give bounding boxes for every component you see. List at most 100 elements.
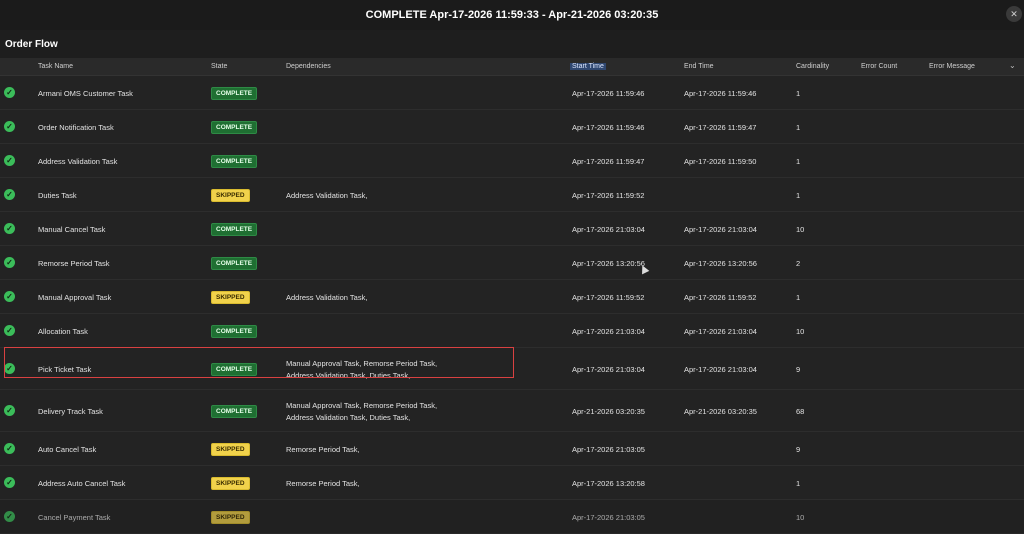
status-badge: SKIPPED: [211, 443, 250, 456]
start-time: Apr-17-2026 11:59:52: [572, 191, 645, 200]
start-time: Apr-17-2026 13:20:56: [572, 259, 645, 268]
cardinality: 2: [796, 259, 801, 268]
cardinality: 1: [796, 293, 801, 302]
end-time: Apr-17-2026 11:59:46: [684, 89, 757, 98]
table-header: Task Name State Dependencies Start Time …: [0, 58, 1024, 76]
order-flow-table: Task Name State Dependencies Start Time …: [0, 58, 1024, 534]
table-row[interactable]: ✓ Remorse Period Task COMPLETE Apr-17-2026 …: [0, 246, 1024, 280]
dependencies: Remorse Period Task,: [286, 445, 360, 454]
cardinality: 1: [796, 157, 801, 166]
section-title: Order Flow: [5, 39, 58, 50]
column-start-time[interactable]: Start Time: [570, 63, 606, 70]
table-row[interactable]: ✓ Address Auto Cancel Task SKIPPED Remorse …: [0, 466, 1024, 500]
table-row[interactable]: ✓ Armani OMS Customer Task COMPLETE Apr-17-…: [0, 76, 1024, 110]
cardinality: 1: [796, 479, 801, 488]
column-state[interactable]: State: [211, 63, 227, 70]
dependencies-line: Address Validation Task, Duties Task,: [286, 413, 411, 422]
task-name: Armani OMS Customer Task: [38, 89, 133, 98]
task-name: Duties Task: [38, 191, 77, 200]
task-name: Manual Cancel Task: [38, 225, 106, 234]
column-error-message[interactable]: Error Message: [929, 63, 975, 70]
task-name: Address Auto Cancel Task: [38, 479, 126, 488]
check-icon: ✓: [4, 443, 15, 454]
start-time: Apr-17-2026 13:20:58: [572, 479, 645, 488]
check-icon: ✓: [4, 223, 15, 234]
end-time: Apr-17-2026 21:03:04: [684, 327, 757, 336]
check-icon: ✓: [4, 87, 15, 98]
status-badge: COMPLETE: [211, 405, 258, 418]
status-badge: COMPLETE: [211, 121, 258, 134]
task-name: Allocation Task: [38, 327, 88, 336]
start-time: Apr-21-2026 03:20:35: [572, 407, 645, 416]
modal-title: COMPLETE Apr-17-2026 11:59:33 - Apr-21-2…: [365, 9, 659, 21]
cardinality: 9: [796, 445, 801, 454]
start-time: Apr-17-2026 21:03:04: [572, 327, 645, 336]
status-badge: COMPLETE: [211, 257, 258, 270]
dependencies: Remorse Period Task,: [286, 479, 360, 488]
column-error-count[interactable]: Error Count: [861, 63, 897, 70]
task-name: Cancel Payment Task: [38, 513, 111, 522]
dependencies: Address Validation Task,: [286, 293, 368, 302]
task-name: Manual Approval Task: [38, 293, 112, 302]
status-badge: SKIPPED: [211, 511, 250, 524]
table-row[interactable]: ✓ Manual Approval Task SKIPPED Address Vali…: [0, 280, 1024, 314]
check-icon: ✓: [4, 291, 15, 302]
status-badge: SKIPPED: [211, 477, 250, 490]
dependencies-line: Manual Approval Task, Remorse Period Tas…: [286, 401, 438, 410]
cardinality: 10: [796, 225, 805, 234]
dependencies: Address Validation Task,: [286, 191, 368, 200]
table-row[interactable]: ✓ Duties Task SKIPPED Address Validation Ta…: [0, 178, 1024, 212]
start-time: Apr-17-2026 11:59:47: [572, 157, 645, 166]
column-dependencies[interactable]: Dependencies: [286, 63, 331, 70]
start-time: Apr-17-2026 11:59:46: [572, 89, 645, 98]
check-icon: ✓: [4, 325, 15, 336]
table-row[interactable]: ✓ Manual Cancel Task COMPLETE Apr-17-2026 2…: [0, 212, 1024, 246]
cardinality: 68: [796, 407, 805, 416]
table-row[interactable]: ✓ Address Validation Task COMPLETE Apr-17-2…: [0, 144, 1024, 178]
cardinality: 1: [796, 191, 801, 200]
task-name: Order Notification Task: [38, 123, 114, 132]
table-row[interactable]: ✓ Allocation Task COMPLETE Apr-17-2026 21:0…: [0, 314, 1024, 348]
start-time: Apr-17-2026 11:59:46: [572, 123, 645, 132]
task-name: Remorse Period Task: [38, 259, 110, 268]
modal-header: COMPLETE Apr-17-2026 11:59:33 - Apr-21-2…: [0, 0, 1024, 30]
check-icon: ✓: [4, 155, 15, 166]
status-badge: SKIPPED: [211, 189, 250, 202]
check-icon: ✓: [4, 511, 15, 522]
check-icon: ✓: [4, 121, 15, 132]
end-time: Apr-17-2026 11:59:47: [684, 123, 757, 132]
end-time: Apr-17-2026 21:03:04: [684, 225, 757, 234]
cardinality: 10: [796, 327, 805, 336]
task-name: Auto Cancel Task: [38, 445, 97, 454]
status-badge: COMPLETE: [211, 155, 258, 168]
end-time: Apr-17-2026 13:20:56: [684, 259, 757, 268]
start-time: Apr-17-2026 21:03:04: [572, 365, 645, 374]
table-row[interactable]: ✓ Auto Cancel Task SKIPPED Remorse Period T…: [0, 432, 1024, 466]
column-cardinality[interactable]: Cardinality: [796, 63, 829, 70]
cardinality: 1: [796, 89, 801, 98]
status-badge: COMPLETE: [211, 87, 258, 100]
table-row[interactable]: ✓ Delivery Track Task COMPLETE Manual Appro…: [0, 390, 1024, 432]
column-end-time[interactable]: End Time: [684, 63, 714, 70]
cardinality: 1: [796, 123, 801, 132]
cardinality: 10: [796, 513, 805, 522]
highlight-box: [4, 347, 514, 378]
chevron-down-icon[interactable]: ⌄: [1009, 61, 1016, 70]
task-name: Address Validation Task: [38, 157, 118, 166]
status-badge: COMPLETE: [211, 223, 258, 236]
end-time: Apr-17-2026 11:59:52: [684, 293, 757, 302]
task-name: Delivery Track Task: [38, 407, 103, 416]
close-icon[interactable]: ✕: [1006, 6, 1022, 22]
cardinality: 9: [796, 365, 801, 374]
start-time: Apr-17-2026 21:03:05: [572, 445, 645, 454]
start-time: Apr-17-2026 21:03:05: [572, 513, 645, 522]
status-badge: SKIPPED: [211, 291, 250, 304]
check-icon: ✓: [4, 405, 15, 416]
end-time: Apr-17-2026 21:03:04: [684, 365, 757, 374]
check-icon: ✓: [4, 257, 15, 268]
column-task-name[interactable]: Task Name: [38, 63, 73, 70]
check-icon: ✓: [4, 189, 15, 200]
table-row[interactable]: ✓ Order Notification Task COMPLETE Apr-17-2…: [0, 110, 1024, 144]
check-icon: ✓: [4, 477, 15, 488]
status-badge: COMPLETE: [211, 325, 258, 338]
